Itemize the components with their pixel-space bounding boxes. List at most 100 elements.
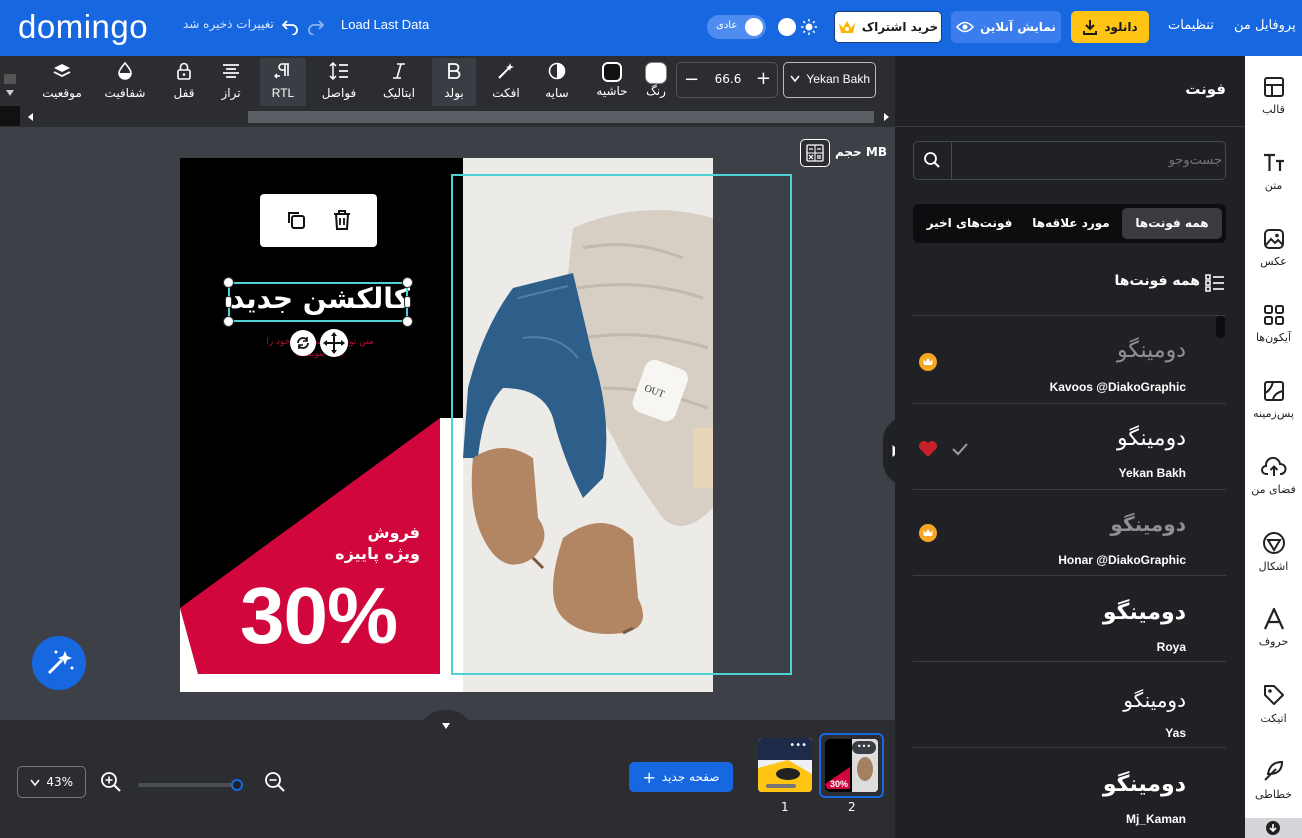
lock-label: قفل [173,86,195,100]
bold-tool[interactable]: بولد [432,58,476,106]
resize-handle[interactable] [223,316,234,327]
spacing-label: فواصل [321,86,357,100]
bold-icon [448,63,461,79]
position-tool[interactable]: موقعیت [37,58,87,106]
font-item-honar[interactable]: دومینگو Honar @DiakoGraphic [913,490,1226,576]
thumbnail-menu-dots[interactable]: ••• [852,741,876,754]
selected-check-icon [951,442,969,456]
increase-size-button[interactable]: + [756,68,771,89]
effect-tool[interactable]: افکت [486,58,526,106]
crown-icon [838,19,856,35]
trash-icon[interactable] [331,208,353,232]
font-family-select[interactable]: Yekan Bakh [783,62,876,98]
favorite-heart-icon[interactable] [918,440,938,458]
profile-link[interactable]: پروفایل من [1234,18,1296,33]
scroll-left-arrow[interactable] [26,112,34,122]
download-button[interactable]: دانلود [1071,11,1149,43]
resize-handle[interactable] [402,316,413,327]
rail-stickers[interactable]: اتیکت [1245,666,1302,742]
zoom-slider-knob[interactable] [230,779,243,791]
zoom-out-icon[interactable] [264,771,286,793]
new-page-button[interactable]: + صفحه جدید [629,762,733,792]
resize-handle[interactable] [402,277,413,288]
photo-selection-outline [451,174,792,675]
font-item-yas[interactable]: دومینگو Yas [913,662,1226,748]
rail-letters[interactable]: حروف [1245,590,1302,666]
online-preview-button[interactable]: نمایش آنلاین [951,11,1061,43]
lock-tool[interactable]: قفل [166,58,202,106]
scroll-right-arrow[interactable] [883,112,891,122]
font-size-value[interactable]: 66.6 [707,72,749,86]
rtl-tool[interactable]: RTL [260,58,306,106]
rotate-icon[interactable] [290,330,316,356]
shadow-tool[interactable]: سایه [539,58,575,106]
spacing-tool[interactable]: فواصل [316,58,362,106]
page-thumbnail-1[interactable]: ••• [758,738,812,792]
theme-toggle[interactable]: عادی [707,15,766,39]
rail-scroll-down[interactable] [1245,818,1302,838]
calculator-icon[interactable] [800,139,830,167]
align-label: تراز [221,86,241,100]
toolbar-horizontal-scrollbar[interactable] [20,108,895,126]
resize-handle[interactable] [223,277,234,288]
toolbar-scroll-up[interactable] [4,74,16,84]
font-family-value: Yekan Bakh [806,72,870,86]
undo-icon[interactable] [281,17,299,35]
rail-shapes[interactable]: اشکال [1245,514,1302,590]
font-size-stepper[interactable]: − 66.6 + [676,62,778,98]
sun-icon[interactable] [800,18,818,36]
sale-line-1[interactable]: فروش [300,523,420,542]
font-search-box [913,141,1226,180]
rail-my-space[interactable]: فضای من [1245,438,1302,514]
panel-title: فونت [1185,80,1226,98]
font-search-input[interactable] [954,144,1222,177]
zoom-slider[interactable] [138,779,243,791]
align-tool[interactable]: تراز [214,58,248,106]
font-item-kavoos[interactable]: دومینگو Kavoos @DiakoGraphic [913,316,1226,404]
discount-text[interactable]: 30% [240,570,398,662]
rail-calligraphy[interactable]: خطاطی [1245,742,1302,818]
rail-icons[interactable]: آیکون‌ها [1245,286,1302,362]
list-filter-icon[interactable] [1205,274,1225,292]
zoom-in-icon[interactable] [100,771,122,793]
toolbar-scroll-down[interactable] [4,88,16,98]
sale-line-2[interactable]: ویژه پاییزه [280,544,420,563]
decrease-size-button[interactable]: − [684,69,699,90]
rail-text[interactable]: متن [1245,134,1302,210]
rail-templates[interactable]: قالب [1245,58,1302,134]
tab-recent-fonts[interactable]: فونت‌های اخیر [917,208,1022,239]
redo-icon[interactable] [307,17,325,35]
save-status: تغییرات ذخیره شد [183,17,274,31]
italic-tool[interactable]: ایتالیک [376,58,422,106]
font-item-yekan-bakh[interactable]: دومینگو Yekan Bakh [913,404,1226,490]
rail-label: اتیکت [1260,712,1287,725]
font-item-roya[interactable]: دومینگو Roya [913,576,1226,662]
color-tool[interactable]: رنگ [640,58,672,106]
scroll-thumb[interactable] [248,111,874,123]
ai-magic-button[interactable] [32,636,86,690]
tab-favorites[interactable]: مورد علاقه‌ها [1026,208,1116,239]
thumbnail-menu-dots[interactable]: ••• [789,740,807,751]
zoom-select[interactable]: 43% [17,766,86,798]
page-thumbnail-2[interactable]: 30% ••• [819,733,884,798]
tab-all-fonts[interactable]: همه فونت‌ها [1122,208,1222,239]
resize-handle[interactable] [404,296,411,308]
eye-icon [956,20,975,34]
duplicate-icon[interactable] [285,209,307,231]
opacity-tool[interactable]: شفافیت [103,58,147,106]
move-icon[interactable] [320,329,348,357]
rail-backgrounds[interactable]: پس‌زمینه [1245,362,1302,438]
settings-link[interactable]: تنظیمات [1168,18,1214,33]
premium-crown-icon [919,353,937,371]
resize-handle[interactable] [225,296,232,308]
rail-photos[interactable]: عکس [1245,210,1302,286]
logo[interactable]: domingo [18,8,148,46]
border-tool[interactable]: حاشیه [593,58,631,106]
font-item-mj-kaman[interactable]: دومینگو Mj_Kaman [913,748,1226,834]
load-last-data-button[interactable]: Load Last Data [341,17,429,32]
template-icon [1263,77,1284,97]
search-icon[interactable] [914,142,952,179]
subscribe-button[interactable]: خرید اشتراک [834,11,942,43]
moon-icon[interactable] [778,18,796,36]
download-label: دانلود [1104,20,1138,34]
